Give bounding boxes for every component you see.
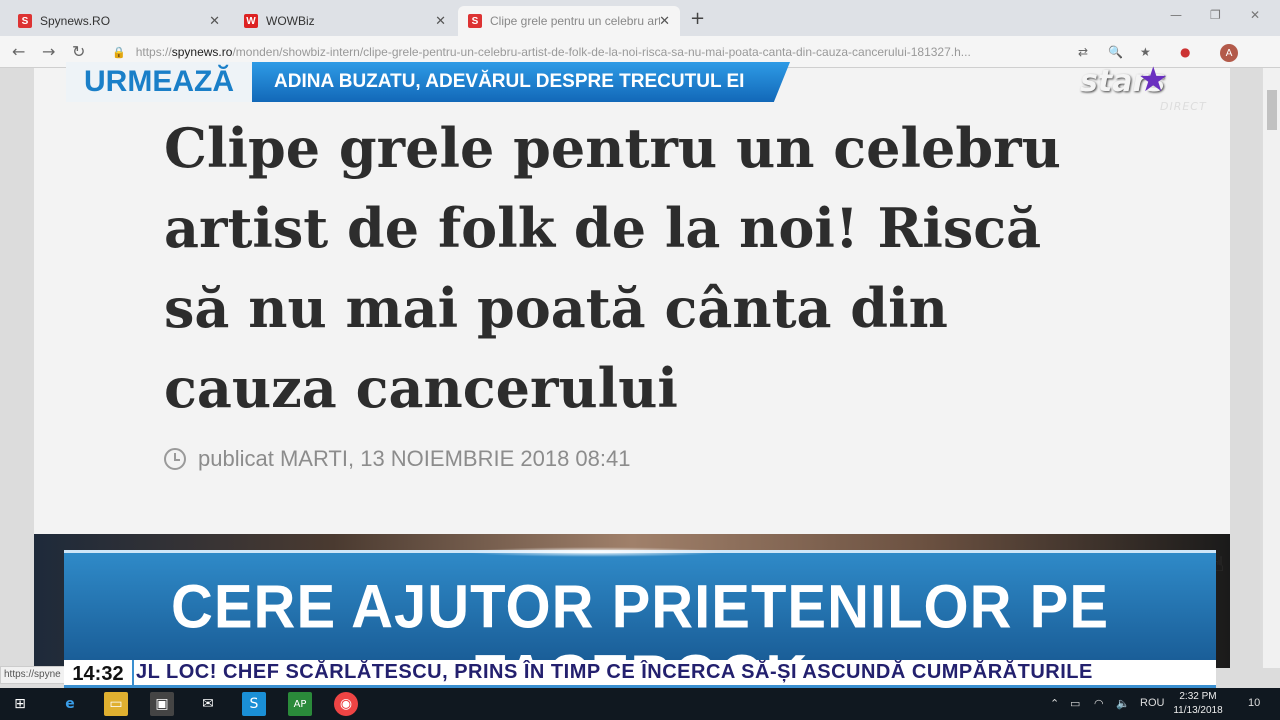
scrollbar-thumb[interactable] <box>1267 90 1277 130</box>
network-icon[interactable]: ▭ <box>1070 697 1080 710</box>
published-date: publicat MARTI, 13 NOIEMBRIE 2018 08:41 <box>164 446 630 472</box>
new-tab-plus-icon[interactable]: + <box>690 8 705 29</box>
spynews-favicon-icon: S <box>18 14 32 28</box>
chrome-icon[interactable]: ◉ <box>334 692 358 716</box>
published-text: publicat MARTI, 13 NOIEMBRIE 2018 08:41 <box>198 446 631 471</box>
tab-spynews[interactable]: S Spynews.RO ✕ <box>8 6 230 36</box>
taskbar-clock[interactable]: 2:32 PM 11/13/2018 <box>1168 688 1228 720</box>
ticker-text: JL LOC! CHEF SCĂRLĂTESCU, PRINS ÎN TIMP … <box>136 661 1093 683</box>
extension-icon[interactable]: ● <box>1180 45 1190 59</box>
wifi-icon[interactable]: ◠ <box>1094 697 1104 710</box>
address-bar[interactable]: 🔒 https:// spynews.ro /monden/showbiz-in… <box>106 40 1116 64</box>
maximize-icon[interactable]: ❐ <box>1210 8 1221 22</box>
headline-banner: CERE AJUTOR PRIETENILOR PE FACEBOOK <box>64 547 1216 711</box>
tab-wowbiz[interactable]: W WOWBiz ✕ <box>234 6 456 36</box>
logo-direct-label: DIRECT <box>1160 100 1207 113</box>
up-next-banner: URMEAZĂ ADINA BUZATU, ADEVĂRUL DESPRE TR… <box>66 62 790 102</box>
up-next-title: ADINA BUZATU, ADEVĂRUL DESPRE TRECUTUL E… <box>252 62 790 102</box>
close-icon[interactable]: ✕ <box>435 13 446 29</box>
skype-icon[interactable]: S <box>242 692 266 716</box>
channel-logo: stars ★ DIRECT <box>1080 60 1210 116</box>
close-icon[interactable]: ✕ <box>659 13 670 29</box>
close-icon[interactable]: ✕ <box>209 13 220 29</box>
notification-count[interactable]: 10 <box>1248 697 1260 709</box>
ticker-time: 14:32 <box>64 660 134 685</box>
store-icon[interactable]: ▣ <box>150 692 174 716</box>
screen: S Spynews.RO ✕ W WOWBiz ✕ S Clipe grele … <box>0 0 1280 720</box>
back-arrow-icon[interactable]: ← <box>12 42 25 61</box>
window-close-icon[interactable]: ✕ <box>1250 8 1260 22</box>
ap-app-icon[interactable]: AP <box>288 692 312 716</box>
clock-time: 2:32 PM <box>1179 691 1217 702</box>
tray-chevron-icon[interactable]: ⌃ <box>1050 697 1059 710</box>
clock-date: 11/13/2018 <box>1173 705 1223 716</box>
forward-arrow-icon[interactable]: → <box>42 42 55 61</box>
file-explorer-icon[interactable]: ▭ <box>104 692 128 716</box>
browser-tab-bar: S Spynews.RO ✕ W WOWBiz ✕ S Clipe grele … <box>0 0 1280 36</box>
mail-icon[interactable]: ✉ <box>196 692 220 716</box>
minimize-icon[interactable]: — <box>1170 8 1182 22</box>
bookmark-star-icon[interactable]: ★ <box>1140 45 1151 59</box>
article-title: Clipe grele pentru un celebru artist de … <box>164 116 1061 420</box>
reload-icon[interactable]: ↻ <box>72 42 85 61</box>
wowbiz-favicon-icon: W <box>244 14 258 28</box>
url-scheme: https:// <box>135 45 172 59</box>
edge-icon[interactable]: e <box>58 692 82 716</box>
url-host: spynews.ro <box>171 45 233 59</box>
status-url: https://spyne <box>0 666 66 684</box>
lock-icon: 🔒 <box>112 46 126 59</box>
windows-taskbar: ⊞ e ▭ ▣ ✉ S AP ◉ ⌃ ▭ ◠ 🔈 ROU 10 <box>0 688 1280 720</box>
scrollbar[interactable] <box>1262 68 1280 668</box>
news-ticker: 14:32 JL LOC! CHEF SCĂRLĂTESCU, PRINS ÎN… <box>64 660 1216 688</box>
clock-icon <box>164 448 186 470</box>
up-next-label: URMEAZĂ <box>66 62 252 102</box>
tab-article[interactable]: S Clipe grele pentru un celebru art ✕ <box>458 6 680 36</box>
tab-label: Spynews.RO <box>40 14 111 28</box>
tab-label: Clipe grele pentru un celebru art <box>490 14 660 28</box>
url-path: /monden/showbiz-intern/clipe-grele-pentr… <box>232 45 971 59</box>
language-indicator[interactable]: ROU <box>1140 697 1164 709</box>
zoom-icon[interactable]: 🔍 <box>1108 45 1123 59</box>
banner-glow <box>464 547 724 557</box>
windows-start-icon[interactable]: ⊞ <box>8 692 32 716</box>
volume-icon[interactable]: 🔈 <box>1116 697 1130 710</box>
profile-avatar[interactable]: A <box>1220 44 1238 62</box>
star-icon: ★ <box>1138 60 1169 100</box>
tab-label: WOWBiz <box>266 14 315 28</box>
spynews-favicon-icon: S <box>468 14 482 28</box>
translate-icon[interactable]: ⇄ <box>1078 45 1088 59</box>
